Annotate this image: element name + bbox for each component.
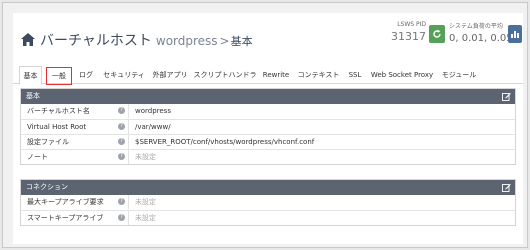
row-label: ノート [27,153,48,161]
tab-security[interactable]: セキュリティ [101,66,147,84]
connection-panel-body: 最大キープアライブ要求 ? 未設定 スマートキープアライブ ? 未設定 [21,195,515,225]
row-label: バーチャルホスト名 [27,107,90,115]
tab-web-socket-proxy[interactable]: Web Socket Proxy [369,66,435,84]
base-panel-title: 基本 [26,92,40,100]
help-icon[interactable]: ? [118,214,125,221]
connection-panel-title: コネクション [26,183,68,191]
help-icon[interactable]: ? [118,123,125,130]
edit-icon[interactable] [502,92,511,101]
tab-context[interactable]: コンテキスト [295,66,342,84]
base-panel-header: 基本 [21,89,515,104]
page: バーチャルホスト wordpress > 基本 LSWS PID 31317 シ… [13,13,523,244]
column-divider [128,150,129,164]
title-vhost[interactable]: wordpress [156,34,218,48]
table-row: Virtual Host Root ? /var/www/ [21,119,515,134]
row-value: /var/www/ [135,123,171,131]
base-panel: 基本 バーチャルホスト名 ? wordpress Virtual Host Ro… [20,88,516,165]
edit-icon[interactable] [502,183,511,192]
connection-panel-header: コネクション [21,180,515,195]
pid-value: 31317 [391,30,426,43]
tab-external-app[interactable]: 外部アプリ [151,66,189,84]
row-value: 未設定 [135,214,156,222]
tab-module[interactable]: モジュール [439,66,479,84]
help-icon[interactable]: ? [118,153,125,160]
column-divider [128,120,129,134]
refresh-icon [433,29,441,38]
load-average-block: システム負荷の平均 0, 0.01, 0.05 [449,21,513,44]
load-value: 0, 0.01, 0.05 [449,33,513,44]
column-divider [128,195,129,209]
table-row: スマートキープアライブ ? 未設定 [21,210,515,225]
row-value: wordpress [135,107,171,115]
title-separator: > [219,34,230,48]
stats-button[interactable] [508,25,522,43]
restart-button[interactable] [429,25,445,43]
tab-general[interactable]: 一般 [46,67,72,85]
row-label: Virtual Host Root [27,123,87,131]
tab-log[interactable]: ログ [76,66,96,84]
tab-ssl[interactable]: SSL [347,66,363,84]
row-value: 未設定 [135,153,156,161]
row-value: $SERVER_ROOT/conf/vhosts/wordpress/vhcon… [135,138,315,146]
bar-chart-icon [511,31,519,38]
table-row: バーチャルホスト名 ? wordpress [21,104,515,119]
title-main: バーチャルホスト [40,33,152,49]
home-icon [21,33,35,46]
table-row: 最大キープアライブ要求 ? 未設定 [21,195,515,210]
table-row: ノート ? 未設定 [21,149,515,164]
pid-label: LSWS PID [397,21,426,28]
row-label: スマートキープアライブ [27,214,104,222]
row-label: 設定ファイル [27,138,69,146]
table-row: 設定ファイル ? $SERVER_ROOT/conf/vhosts/wordpr… [21,134,515,149]
help-icon[interactable]: ? [118,138,125,145]
title-current: 基本 [230,35,253,48]
load-label: システム負荷の平均 [449,23,503,30]
tab-script-handler[interactable]: スクリプトハンドラ [193,66,257,84]
tab-basic[interactable]: 基本 [19,66,42,85]
page-title: バーチャルホスト wordpress > 基本 [21,30,253,50]
base-panel-body: バーチャルホスト名 ? wordpress Virtual Host Root … [21,104,515,164]
page-header: バーチャルホスト wordpress > 基本 LSWS PID 31317 シ… [13,13,523,61]
help-icon[interactable]: ? [118,107,125,114]
pid-block: LSWS PID 31317 [382,21,426,43]
column-divider [128,104,129,118]
row-value: 未設定 [135,198,156,206]
tab-bar: 基本 一般 ログ セキュリティ 外部アプリ スクリプトハンドラ Rewrite … [13,62,523,85]
row-label: 最大キープアライブ要求 [27,198,104,206]
column-divider [128,211,129,225]
column-divider [128,135,129,149]
tab-rewrite[interactable]: Rewrite [261,66,291,84]
window-frame: バーチャルホスト wordpress > 基本 LSWS PID 31317 シ… [2,2,528,248]
connection-panel: コネクション 最大キープアライブ要求 ? 未設定 スマートキープアライブ ? 未… [20,179,516,226]
help-icon[interactable]: ? [118,198,125,205]
